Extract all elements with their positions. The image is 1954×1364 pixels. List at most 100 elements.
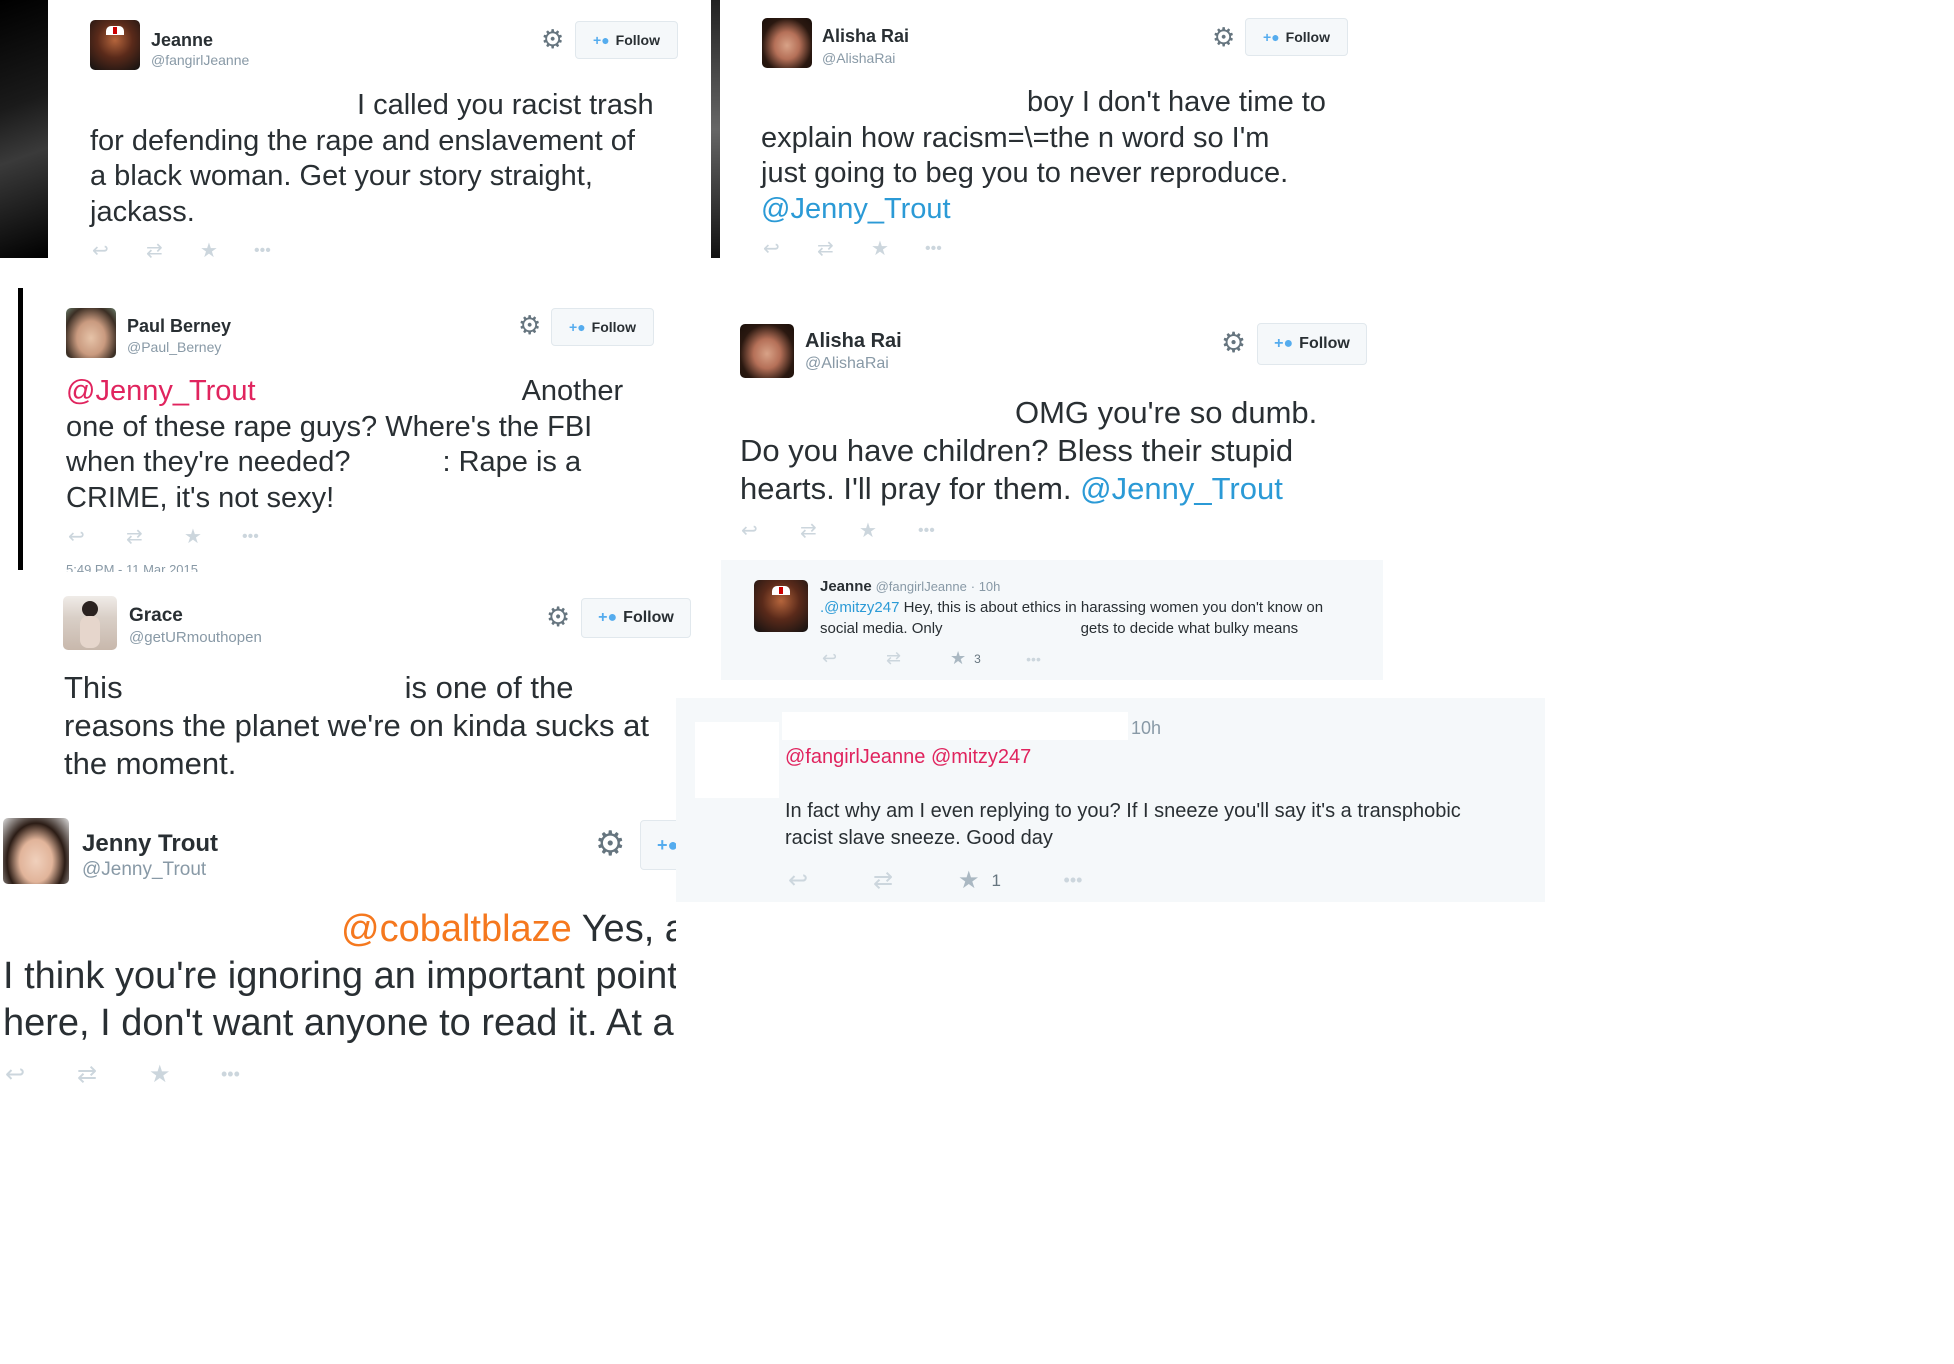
tweet-card-anon-reply: 10h @fangirlJeanne @mitzy247 In fact why… [676, 698, 1545, 902]
divider-strip [711, 0, 720, 258]
retweet-icon[interactable]: ⇄ [77, 1060, 149, 1089]
mention-link[interactable]: @Jenny_Trout [1080, 471, 1283, 506]
username[interactable]: @getURmouthopen [129, 629, 262, 646]
display-name[interactable]: Jeanne [151, 30, 213, 51]
favorite-icon[interactable]: ★ [200, 238, 254, 263]
follow-person-icon: +● [569, 319, 586, 335]
tweet-text: @cobaltblaze Yes, and I think you're ign… [3, 906, 676, 1047]
favorite-icon[interactable]: ★ [871, 236, 925, 261]
more-icon[interactable]: ••• [925, 240, 942, 258]
favorite-icon[interactable]: ★ [859, 518, 918, 543]
timestamp[interactable]: 5:49 PM - 11 Mar 2015 [66, 562, 198, 572]
follow-label: Follow [1285, 29, 1330, 45]
mention-link[interactable]: @fangirlJeanne @mitzy247 [785, 744, 1461, 771]
username[interactable]: @AlishaRai [822, 50, 895, 66]
follow-button[interactable]: +● Follow [575, 21, 678, 59]
retweet-icon[interactable]: ⇄ [817, 236, 871, 261]
retweet-icon[interactable]: ⇄ [126, 524, 184, 549]
tweet-line: Another [521, 375, 624, 407]
retweet-icon[interactable]: ⇄ [800, 518, 859, 543]
gear-icon[interactable]: ⚙ [546, 602, 570, 633]
favorite-count: 3 [974, 651, 981, 666]
display-name[interactable]: Grace [129, 605, 183, 627]
username[interactable]: @fangirlJeanne [876, 579, 967, 594]
username[interactable]: @AlishaRai [805, 355, 889, 373]
tweet-line: explain how racism=\=the n word so I'm [761, 121, 1270, 154]
tweet-line: OMG you're so dumb. [1015, 395, 1318, 430]
retweet-icon[interactable]: ⇄ [873, 866, 958, 895]
reply-icon[interactable]: ↩ [741, 518, 800, 543]
mention-link[interactable]: @Jenny_Trout [66, 375, 256, 407]
tweet-text: .@mitzy247 Hey, this is about ethics in … [820, 597, 1323, 639]
display-name[interactable]: Alisha Rai [805, 330, 902, 353]
gear-icon[interactable]: ⚙ [518, 310, 541, 341]
background-image-strip [0, 0, 48, 258]
reply-icon[interactable]: ↩ [5, 1060, 77, 1089]
display-name[interactable]: Jenny Trout [82, 830, 218, 858]
avatar[interactable] [762, 18, 812, 68]
gear-icon[interactable]: ⚙ [541, 24, 564, 55]
more-icon[interactable]: ••• [254, 242, 271, 260]
display-name[interactable]: Jeanne [820, 578, 872, 595]
avatar[interactable] [90, 20, 140, 70]
avatar[interactable] [754, 580, 808, 632]
favorite-icon[interactable]: ★ [149, 1060, 221, 1089]
reply-icon[interactable]: ↩ [788, 866, 873, 895]
username[interactable]: @Paul_Berney [127, 339, 221, 355]
more-icon[interactable]: ••• [221, 1064, 240, 1085]
follow-button[interactable]: +● Follow [1245, 18, 1348, 56]
retweet-icon[interactable]: ⇄ [886, 648, 950, 669]
avatar[interactable] [66, 308, 116, 358]
reply-icon[interactable]: ↩ [68, 524, 126, 549]
avatar[interactable] [3, 818, 69, 884]
mention-link[interactable]: .@mitzy247 [820, 599, 899, 616]
tweet-line: Do you have children? Bless their stupid [740, 433, 1294, 468]
tweet-line: I think you're ignoring an important poi… [3, 955, 676, 997]
time-ago[interactable]: · 10h [971, 579, 1001, 594]
gear-icon[interactable]: ⚙ [1212, 22, 1235, 53]
more-icon[interactable]: ••• [242, 528, 259, 546]
favorite-icon[interactable]: ★ [958, 866, 980, 895]
display-name[interactable]: Paul Berney [127, 316, 231, 337]
reply-icon[interactable]: ↩ [92, 238, 146, 263]
avatar[interactable] [63, 596, 117, 650]
reply-icon[interactable]: ↩ [763, 236, 817, 261]
favorite-icon[interactable]: ★ [950, 648, 966, 669]
tweet-line: social media. Only [820, 620, 943, 637]
tweet-line: is one of the [404, 670, 574, 705]
reply-icon[interactable]: ↩ [822, 648, 886, 669]
tweet-text: I called you racist trash for defending … [90, 88, 654, 231]
tweet-line: just going to beg you to never reproduce… [761, 157, 1289, 190]
favorite-icon[interactable]: ★ [184, 524, 242, 549]
follow-button[interactable]: +● Follow [581, 598, 691, 638]
tweet-text: boy I don't have time to explain how rac… [761, 85, 1326, 228]
follow-person-icon: +● [1274, 335, 1294, 352]
avatar[interactable] [740, 324, 794, 378]
username[interactable]: @fangirlJeanne [151, 52, 249, 68]
mention-link[interactable]: @cobaltblaze [341, 908, 572, 950]
follow-button[interactable]: +● [640, 820, 676, 870]
time-ago[interactable]: 10h [1131, 718, 1161, 739]
follow-person-icon: +● [598, 609, 618, 626]
more-icon[interactable]: ••• [1026, 651, 1041, 667]
tweet-text: This is one of the reasons the planet we'… [64, 669, 649, 783]
display-name[interactable]: Alisha Rai [822, 26, 909, 47]
action-bar: ↩ ⇄ ★ ••• [5, 1060, 240, 1089]
follow-button[interactable]: +● Follow [1257, 323, 1367, 365]
tweet-line: for defending the rape and enslavement o… [90, 124, 635, 157]
username[interactable]: @Jenny_Trout [82, 859, 206, 881]
redacted-name [782, 712, 1128, 740]
tweet-line: hearts. I'll pray for them. [740, 471, 1072, 506]
retweet-icon[interactable]: ⇄ [146, 238, 200, 263]
tweet-card-jenny: Jenny Trout @Jenny_Trout ⚙ +● @cobaltbla… [0, 806, 676, 1096]
gear-icon[interactable]: ⚙ [1221, 326, 1246, 359]
action-bar: ↩ ⇄ ★ 1 ••• [788, 866, 1082, 895]
tweet-line: a black woman. Get your story straight, [90, 160, 593, 193]
avatar[interactable] [695, 722, 779, 798]
more-icon[interactable]: ••• [918, 522, 935, 540]
follow-button[interactable]: +● Follow [551, 308, 654, 346]
tweet-line: one of these rape guys? Where's the FBI [66, 410, 593, 443]
more-icon[interactable]: ••• [1064, 870, 1083, 891]
gear-icon[interactable]: ⚙ [595, 824, 625, 864]
mention-link[interactable]: @Jenny_Trout [761, 192, 1326, 228]
